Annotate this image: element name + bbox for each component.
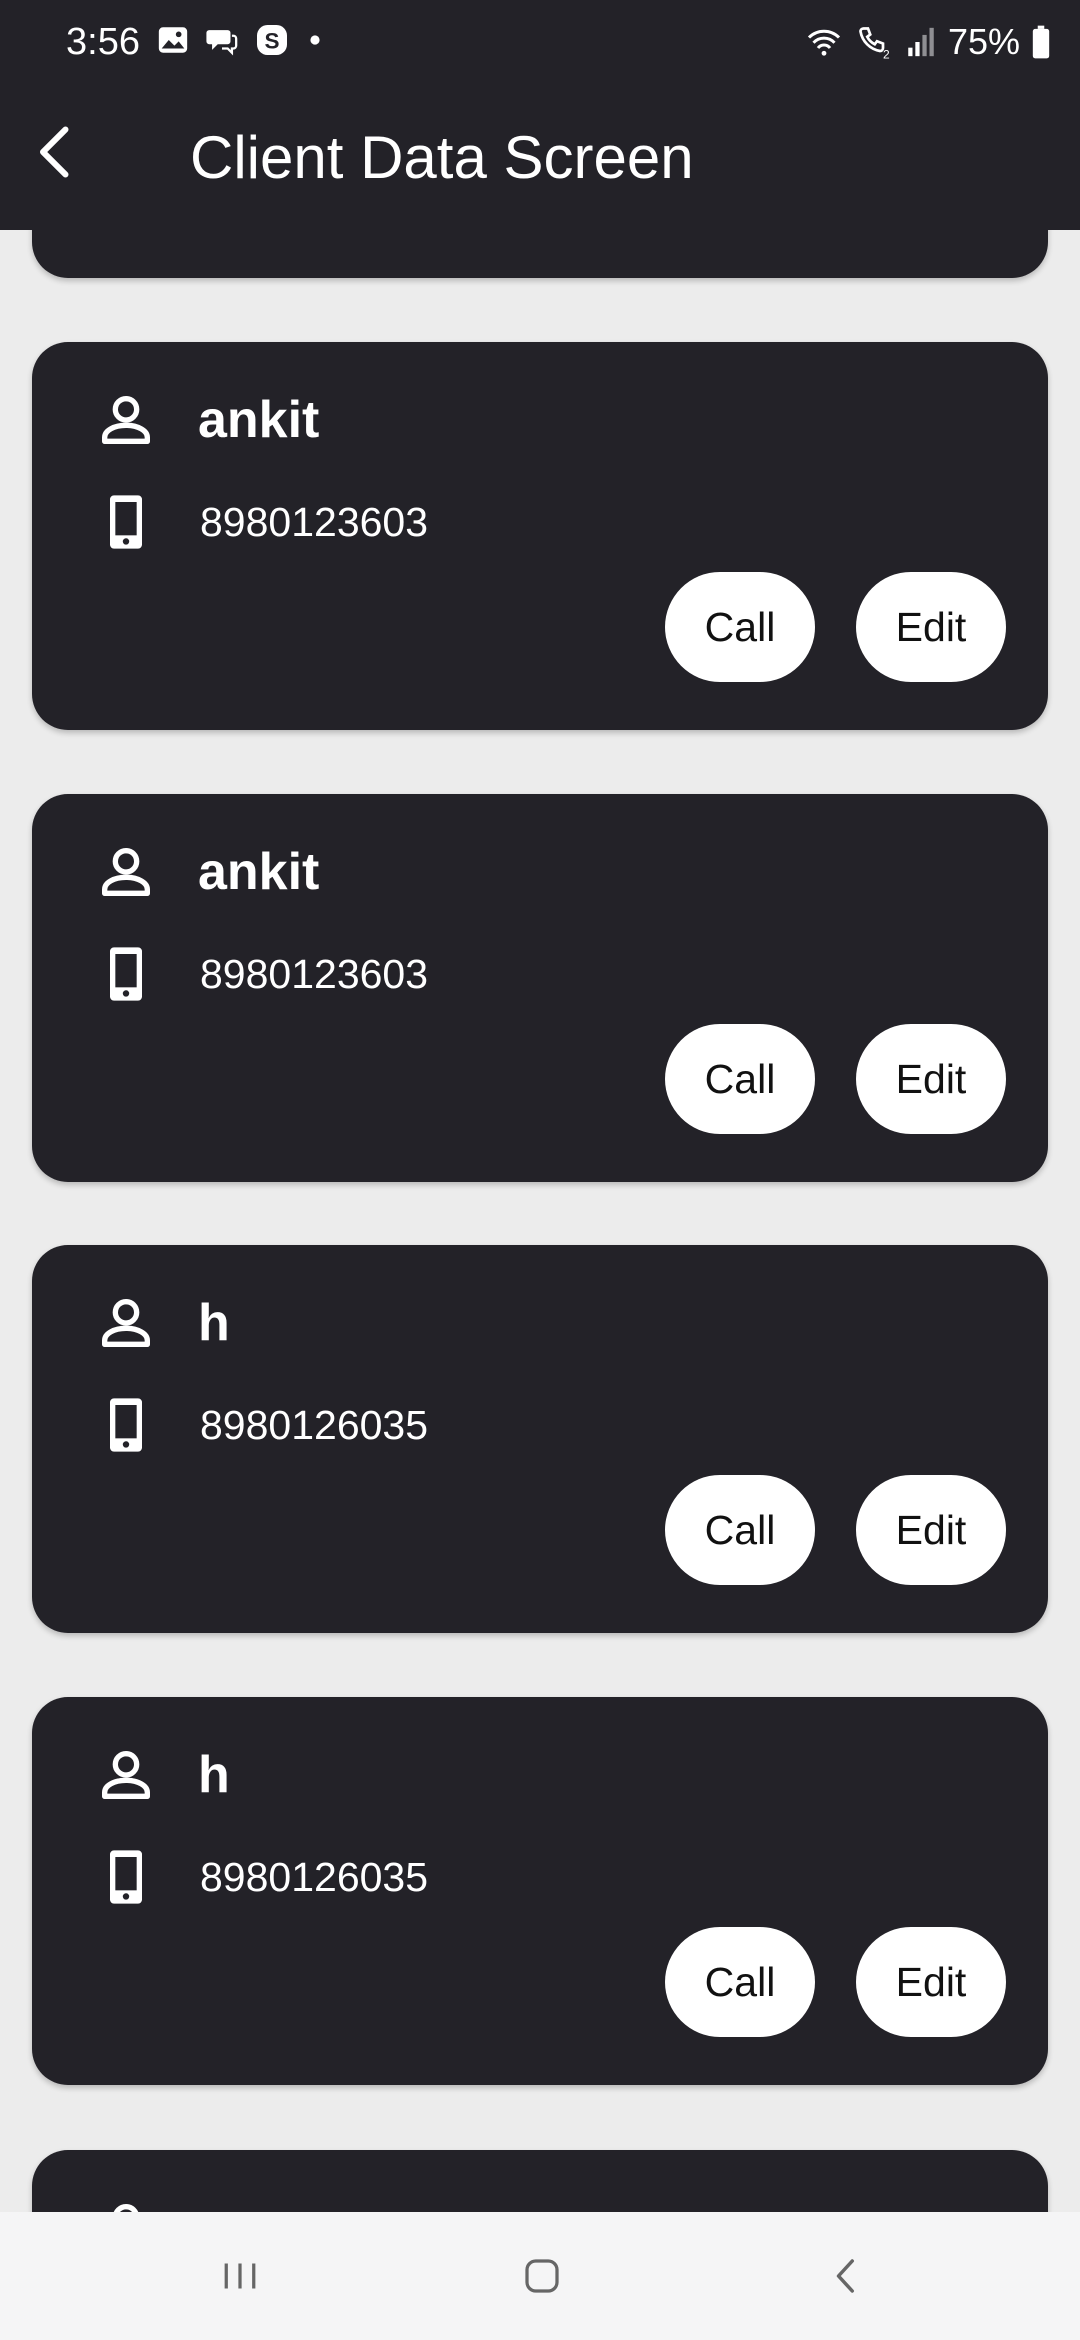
client-card: ankit 8980123603 Call Edit — [32, 342, 1048, 730]
client-card-partial — [32, 2150, 1048, 2212]
svg-text:2: 2 — [883, 48, 890, 61]
chat-icon — [206, 30, 238, 56]
client-name: h — [198, 1746, 230, 1804]
client-phone: 8980123603 — [200, 951, 429, 997]
client-phone: 8980126035 — [200, 1402, 429, 1448]
battery-icon — [1032, 25, 1050, 59]
system-status-icons: 2 75% — [804, 20, 1052, 64]
battery-percentage: 75% — [947, 21, 1020, 62]
edit-button[interactable]: Edit — [856, 1927, 1006, 2037]
skype-icon: S — [257, 25, 287, 55]
client-name: ankit — [198, 843, 320, 901]
smartphone-icon — [110, 495, 142, 549]
person-icon — [102, 1299, 150, 1347]
wifi-icon — [807, 29, 841, 56]
recent-apps-button[interactable] — [210, 2246, 270, 2306]
person-icon — [102, 396, 150, 444]
app-bar: Client Data Screen — [0, 84, 1080, 230]
client-card: h 8980126035 Call Edit — [32, 1697, 1048, 2085]
back-icon — [836, 2259, 854, 2293]
status-time: 3:56 — [66, 21, 140, 63]
call-button[interactable]: Call — [665, 1024, 815, 1134]
client-name: h — [198, 1294, 230, 1352]
wifi-calling-icon: 2 — [859, 27, 890, 61]
person-icon — [102, 848, 150, 896]
client-list[interactable]: ankit 8980123603 Call Edit ankit 8980123… — [0, 230, 1080, 2212]
gallery-icon — [158, 27, 188, 53]
smartphone-icon — [110, 1398, 142, 1452]
edit-button[interactable]: Edit — [856, 572, 1006, 682]
client-phone: 8980126035 — [200, 1854, 429, 1900]
smartphone-icon — [110, 1850, 142, 1904]
call-button[interactable]: Call — [665, 1927, 815, 2037]
svg-text:S: S — [264, 28, 279, 53]
person-icon — [102, 1751, 150, 1799]
call-button[interactable]: Call — [665, 1475, 815, 1585]
client-card-partial — [32, 230, 1048, 278]
client-phone: 8980123603 — [200, 499, 429, 545]
home-button[interactable] — [512, 2246, 572, 2306]
dot-icon — [310, 35, 320, 45]
person-icon — [113, 2204, 139, 2212]
system-nav-bar — [0, 2212, 1080, 2340]
back-button[interactable] — [28, 122, 88, 182]
recent-apps-icon — [224, 2263, 256, 2289]
edit-button[interactable]: Edit — [856, 1024, 1006, 1134]
edit-button[interactable]: Edit — [856, 1475, 1006, 1585]
status-bar: 3:56 S 2 75% — [0, 0, 1080, 84]
client-name: ankit — [198, 391, 320, 449]
page-title: Client Data Screen — [190, 124, 694, 191]
smartphone-icon — [110, 947, 142, 1001]
call-button[interactable]: Call — [665, 572, 815, 682]
client-card: h 8980126035 Call Edit — [32, 1245, 1048, 1633]
notification-icons: S — [156, 22, 326, 58]
home-icon — [525, 2259, 559, 2293]
system-back-button[interactable] — [816, 2246, 876, 2306]
client-card: ankit 8980123603 Call Edit — [32, 794, 1048, 1182]
back-arrow-icon — [40, 126, 69, 178]
signal-icon — [908, 27, 934, 57]
